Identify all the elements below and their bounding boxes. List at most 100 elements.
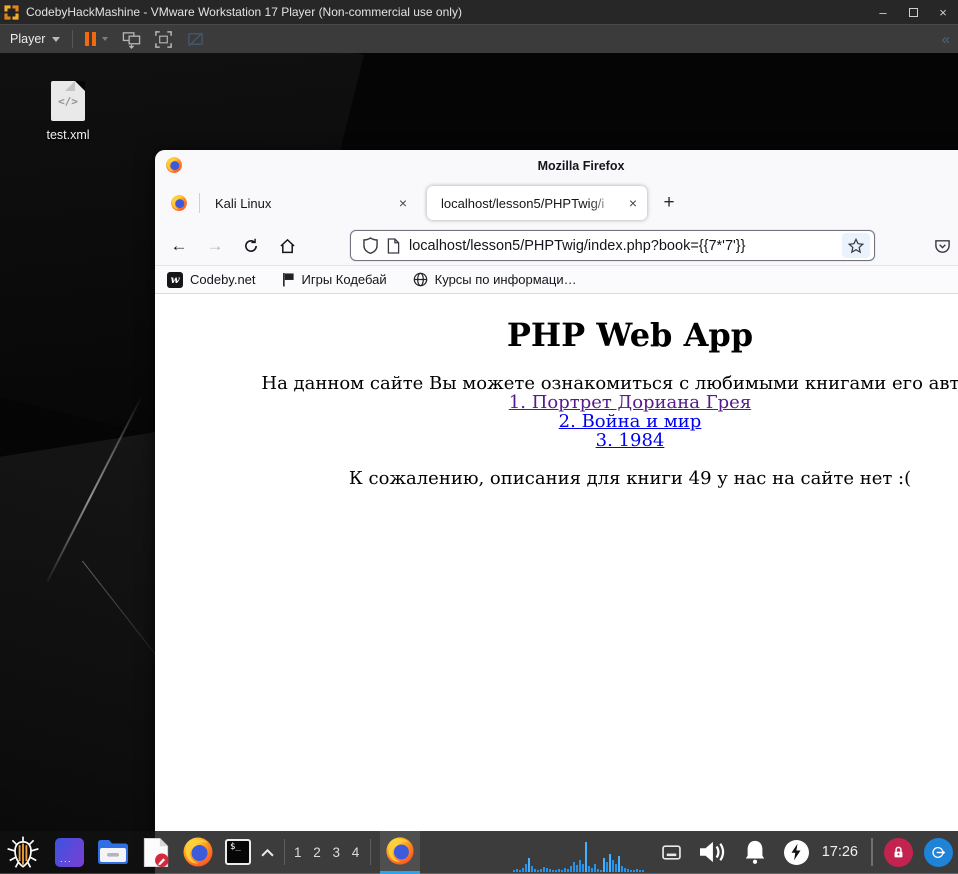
lock-screen-button[interactable] xyxy=(884,837,913,867)
home-icon xyxy=(279,238,295,253)
bookmark-label: Codeby.net xyxy=(190,272,256,287)
bookmark-codeby[interactable]: w Codeby.net xyxy=(167,271,256,288)
tab-kali-linux[interactable]: Kali Linux × xyxy=(201,186,417,220)
kali-dragon-icon xyxy=(7,836,39,868)
book-link-1[interactable]: 1. Портрет Дориана Грея xyxy=(155,393,958,412)
bookmark-label: Курсы по информаци… xyxy=(434,272,577,287)
virtual-machine-icon xyxy=(123,31,141,49)
display-tray-icon[interactable] xyxy=(661,844,681,860)
bookmarks-toolbar: w Codeby.net Игры Кодебай Курсы по инфор… xyxy=(155,266,958,294)
unity-mode-button-disabled xyxy=(186,30,205,49)
new-tab-button[interactable]: + xyxy=(656,190,682,216)
home-button[interactable] xyxy=(272,231,302,260)
workspace-switcher[interactable]: 1 2 3 4 xyxy=(294,845,363,860)
clock[interactable]: 17:26 xyxy=(822,844,858,860)
star-icon xyxy=(848,237,864,253)
padlock-icon xyxy=(894,846,903,857)
bookmark-label: Игры Кодебай xyxy=(301,272,387,287)
volume-icon[interactable] xyxy=(698,840,726,864)
toolbar-separator xyxy=(72,30,74,48)
reload-icon xyxy=(245,238,257,252)
logout-arrow-icon xyxy=(932,846,946,858)
page-title: PHP Web App xyxy=(506,316,754,354)
firefox-taskbar-window-button-active[interactable] xyxy=(380,830,421,874)
session-menu-button[interactable] xyxy=(924,837,953,867)
network-activity-graph xyxy=(512,842,644,872)
flag-icon xyxy=(282,273,294,287)
file-manager-button[interactable] xyxy=(97,839,129,865)
back-button[interactable]: ← xyxy=(164,231,194,260)
url-text[interactable]: localhost/lesson5/PHPTwig/index.php?book… xyxy=(409,238,842,254)
firefox-logo-icon xyxy=(165,156,183,179)
panel-separator xyxy=(284,839,285,865)
firefox-navbar: ← → localhost/lesson5/PHPTwig/index.php?… xyxy=(155,225,958,266)
suspend-options-caret-icon[interactable] xyxy=(102,37,109,41)
maximize-icon xyxy=(908,7,918,17)
forward-button-disabled: → xyxy=(206,235,224,255)
text-editor-button[interactable] xyxy=(142,837,170,868)
terminal-button[interactable]: $_ xyxy=(225,839,251,865)
bookmark-star-button[interactable] xyxy=(842,233,870,258)
firefox-window: Mozilla Firefox Kali Linux × localhost/l… xyxy=(155,150,958,874)
firefox-tab-strip: Kali Linux × localhost/lesson5/PHPTwig/i… xyxy=(155,181,958,225)
player-menu[interactable]: Player xyxy=(10,32,61,46)
suspend-vm-button[interactable] xyxy=(85,32,97,46)
send-ctrl-alt-del-button[interactable] xyxy=(122,30,141,49)
tab-separator xyxy=(199,193,200,213)
text-editor-icon xyxy=(143,837,169,867)
page-error-message: К сожалению, описания для книги 49 у нас… xyxy=(348,468,912,489)
desktop-file-label: test.xml xyxy=(46,128,90,142)
shield-icon[interactable] xyxy=(363,237,378,254)
applications-menu-button[interactable] xyxy=(0,831,46,874)
firefox-launcher-button[interactable] xyxy=(182,836,214,868)
page-info-icon[interactable] xyxy=(387,237,400,254)
firefox-icon xyxy=(386,836,414,865)
url-bar[interactable]: localhost/lesson5/PHPTwig/index.php?book… xyxy=(350,230,875,261)
pocket-icon xyxy=(934,239,950,253)
chevron-up-icon xyxy=(261,848,274,856)
firefox-titlebar[interactable]: Mozilla Firefox xyxy=(155,150,958,181)
bookmark-games[interactable]: Игры Кодебай xyxy=(282,272,387,287)
fullscreen-button[interactable] xyxy=(154,30,173,49)
code-glyph: </> xyxy=(58,94,78,108)
panel-separator xyxy=(370,839,372,865)
tab-localhost-active[interactable]: localhost/lesson5/PHPTwig/i × xyxy=(427,186,647,220)
firefox-view-icon xyxy=(171,195,187,211)
unity-mode-icon xyxy=(188,31,204,47)
desktop-file-testxml[interactable]: </> test.xml xyxy=(36,81,100,142)
terminal-prompt-glyph: $_ xyxy=(230,842,241,852)
chevron-down-icon xyxy=(52,36,61,42)
vmware-logo-icon xyxy=(3,3,20,21)
pocket-button[interactable] xyxy=(928,233,956,259)
fullscreen-icon xyxy=(155,30,173,48)
reload-button[interactable] xyxy=(236,231,266,260)
maximize-button[interactable] xyxy=(898,0,928,24)
tray-divider xyxy=(871,838,873,866)
app-launcher-button[interactable]: ... xyxy=(55,837,84,867)
vmware-player-window: CodebyHackMashine - VMware Workstation 1… xyxy=(0,0,958,874)
web-page-content: PHP Web App На данном сайте Вы можете оз… xyxy=(155,294,958,874)
tab-label: localhost/lesson5/PHPTwig/i xyxy=(441,195,605,211)
book-link-2[interactable]: 2. Война и мир xyxy=(155,412,958,431)
vmware-titlebar: CodebyHackMashine - VMware Workstation 1… xyxy=(0,0,958,24)
bookmark-courses[interactable]: Курсы по информаци… xyxy=(413,272,577,287)
lightning-bolt-icon xyxy=(791,843,801,861)
notifications-bell-icon[interactable] xyxy=(743,839,767,865)
book-link-3[interactable]: 3. 1984 xyxy=(155,431,958,450)
firefox-window-title: Mozilla Firefox xyxy=(537,158,625,173)
minimize-button[interactable]: – xyxy=(868,0,898,24)
page-intro-text: На данном сайте Вы можете ознакомиться с… xyxy=(261,373,958,394)
power-manager-icon[interactable] xyxy=(783,839,809,865)
tab-close-icon[interactable]: × xyxy=(399,196,407,210)
player-menu-label: Player xyxy=(10,32,46,46)
folder-icon xyxy=(98,840,128,864)
panel-expand-button[interactable] xyxy=(261,848,274,857)
close-button[interactable]: × xyxy=(928,0,958,24)
codeby-favicon: w xyxy=(167,271,183,288)
globe-icon xyxy=(413,272,427,287)
firefox-view-button[interactable] xyxy=(164,189,194,217)
tab-close-icon[interactable]: × xyxy=(629,196,637,210)
firefox-icon xyxy=(183,837,213,867)
collapse-toolbar-button[interactable]: « xyxy=(942,31,950,48)
tab-label: Kali Linux xyxy=(215,195,272,211)
